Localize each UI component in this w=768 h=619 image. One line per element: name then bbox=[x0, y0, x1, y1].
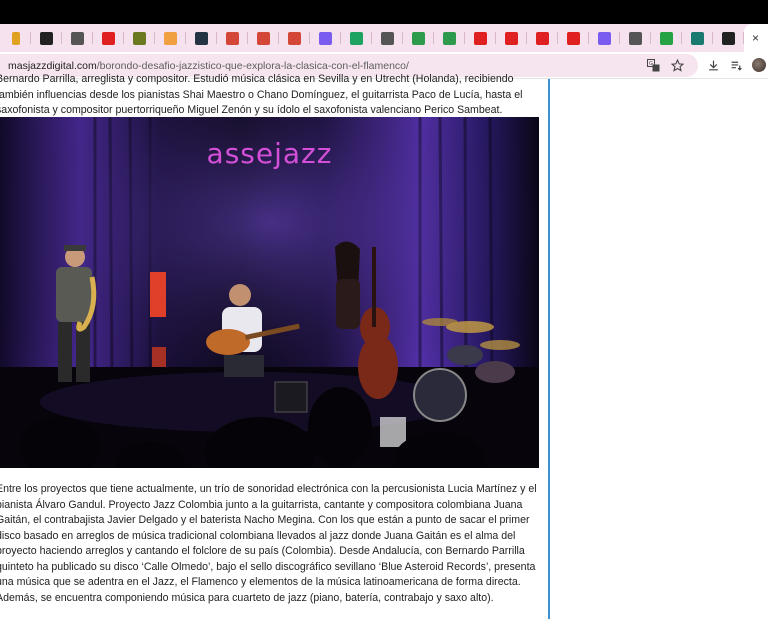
globe-tab-icon bbox=[629, 31, 642, 45]
openai-tab-icon bbox=[381, 31, 394, 45]
browser-tab[interactable] bbox=[589, 24, 620, 52]
browser-tab[interactable] bbox=[713, 24, 744, 52]
browser-tab[interactable] bbox=[0, 24, 31, 52]
app-tab-icon bbox=[133, 31, 146, 45]
app-tab-icon bbox=[195, 31, 208, 45]
browser-tab[interactable] bbox=[434, 24, 465, 52]
browser-tab[interactable] bbox=[248, 24, 279, 52]
chat-tab-icon bbox=[350, 31, 363, 45]
whatsapp-tab-icon bbox=[660, 31, 673, 45]
browser-tab[interactable] bbox=[124, 24, 155, 52]
openai-tab-icon bbox=[71, 31, 84, 45]
gmail-tab-icon bbox=[226, 31, 239, 45]
article-paragraph-bottom: Entre los proyectos que tiene actualment… bbox=[0, 482, 548, 606]
browser-tab[interactable] bbox=[62, 24, 93, 52]
drive-tab-icon bbox=[412, 31, 425, 45]
mj-tab-icon bbox=[722, 31, 735, 45]
gmail-tab-icon bbox=[288, 31, 301, 45]
photo-logo-text: assejazz bbox=[206, 137, 333, 170]
paragraph-line: quinteto ha publicado su disco ‘Calle Ol… bbox=[0, 560, 536, 573]
paragraph-line: Bernardo Parrilla, arreglista y composit… bbox=[0, 73, 514, 85]
youtube-tab-icon bbox=[474, 31, 487, 45]
browser-tab[interactable] bbox=[217, 24, 248, 52]
browser-tab[interactable] bbox=[310, 24, 341, 52]
browser-tab[interactable] bbox=[155, 24, 186, 52]
paragraph-line: Además, se encuentra componiendo música … bbox=[0, 591, 494, 604]
bookmark-star-icon[interactable] bbox=[670, 58, 684, 72]
browser-tab[interactable] bbox=[372, 24, 403, 52]
browser-tab[interactable] bbox=[93, 24, 124, 52]
youtube-tab-icon bbox=[102, 31, 115, 45]
app-tab-icon bbox=[319, 31, 332, 45]
url-host: masjazzdigital.com bbox=[8, 59, 97, 72]
tab-strip: × bbox=[0, 24, 768, 52]
browser-tab[interactable] bbox=[527, 24, 558, 52]
close-tab-icon[interactable]: × bbox=[752, 31, 759, 45]
page-content: Bernardo Parrilla, arreglista y composit… bbox=[0, 73, 768, 619]
app-tab-icon bbox=[40, 31, 53, 45]
download-icon[interactable] bbox=[706, 58, 720, 72]
browser-tab[interactable] bbox=[620, 24, 651, 52]
gmail-tab-icon bbox=[257, 31, 270, 45]
browser-tab[interactable] bbox=[682, 24, 713, 52]
window-top-bar bbox=[0, 0, 768, 24]
browser-tab[interactable] bbox=[341, 24, 372, 52]
sun-tab-icon bbox=[691, 31, 704, 45]
profile-avatar[interactable] bbox=[752, 58, 766, 72]
browser-tab[interactable] bbox=[403, 24, 434, 52]
youtube-tab-icon bbox=[567, 31, 580, 45]
paragraph-line: también influencias desde los pianistas … bbox=[0, 88, 523, 101]
paragraph-line: pianista Álvaro Gandul. Proyecto Jazz Co… bbox=[0, 498, 523, 511]
url-path: /borondo-desafio-jazzistico-que-explora-… bbox=[96, 59, 409, 72]
browser-tab[interactable] bbox=[651, 24, 682, 52]
browser-tab[interactable] bbox=[279, 24, 310, 52]
notes-tab-icon bbox=[164, 31, 177, 45]
paragraph-line: una música que se adentra en el Jazz, el… bbox=[0, 576, 521, 588]
content-divider bbox=[548, 79, 550, 619]
partial-tab-icon bbox=[11, 31, 20, 45]
browser-tab[interactable] bbox=[186, 24, 217, 52]
youtube-tab-icon bbox=[536, 31, 549, 45]
browser-tab[interactable] bbox=[31, 24, 62, 52]
reading-list-icon[interactable] bbox=[729, 58, 743, 72]
app-tab-icon bbox=[598, 31, 611, 45]
article-photo: assejazz bbox=[0, 117, 539, 468]
paragraph-line: disco basado en arreglos de música tradi… bbox=[0, 529, 516, 542]
article-paragraph-top: Bernardo Parrilla, arreglista y composit… bbox=[0, 72, 548, 119]
paragraph-line: Entre los proyectos que tiene actualment… bbox=[0, 483, 537, 495]
browser-tab[interactable] bbox=[496, 24, 527, 52]
browser-tab[interactable] bbox=[558, 24, 589, 52]
drive-tab-icon bbox=[443, 31, 456, 45]
active-browser-tab[interactable]: × bbox=[744, 24, 768, 52]
paragraph-line: proyecto haciendo arreglos y cantando el… bbox=[0, 545, 525, 557]
browser-tab[interactable] bbox=[465, 24, 496, 52]
svg-text:G: G bbox=[649, 61, 653, 67]
paragraph-line: Gaitán, el contrabajista Javier Delgado … bbox=[0, 514, 530, 526]
translate-icon[interactable]: G bbox=[646, 58, 660, 72]
youtube-tab-icon bbox=[505, 31, 518, 45]
